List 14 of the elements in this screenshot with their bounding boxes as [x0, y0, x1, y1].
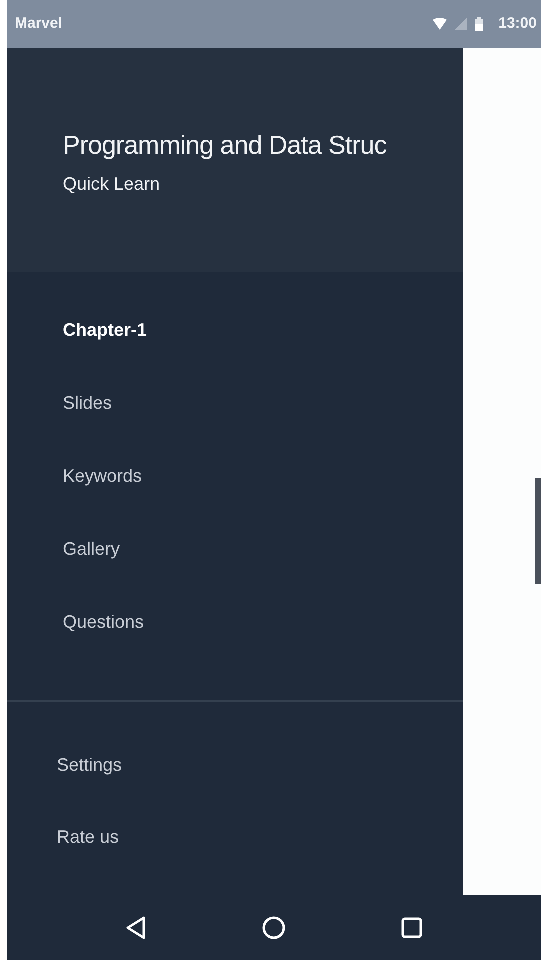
drawer-subtitle: Quick Learn	[63, 173, 162, 196]
signal-icon	[454, 18, 467, 30]
menu-item[interactable]: Questions	[7, 586, 463, 659]
battery-icon	[474, 17, 483, 31]
clock-time: 13:00	[498, 14, 537, 34]
menu-item[interactable]: Chapter-1	[7, 294, 463, 367]
drawer-title: Programming and Data Struc	[63, 129, 388, 162]
menu-item[interactable]: Settings	[7, 728, 463, 800]
menu-item[interactable]: Slides	[7, 367, 463, 440]
menu-item[interactable]: Rate us	[7, 800, 463, 872]
menu-item[interactable]: Gallery	[7, 513, 463, 586]
wifi-icon	[432, 18, 447, 30]
menu-item[interactable]: Keywords	[7, 440, 463, 513]
app-name: Marvel	[15, 14, 63, 34]
